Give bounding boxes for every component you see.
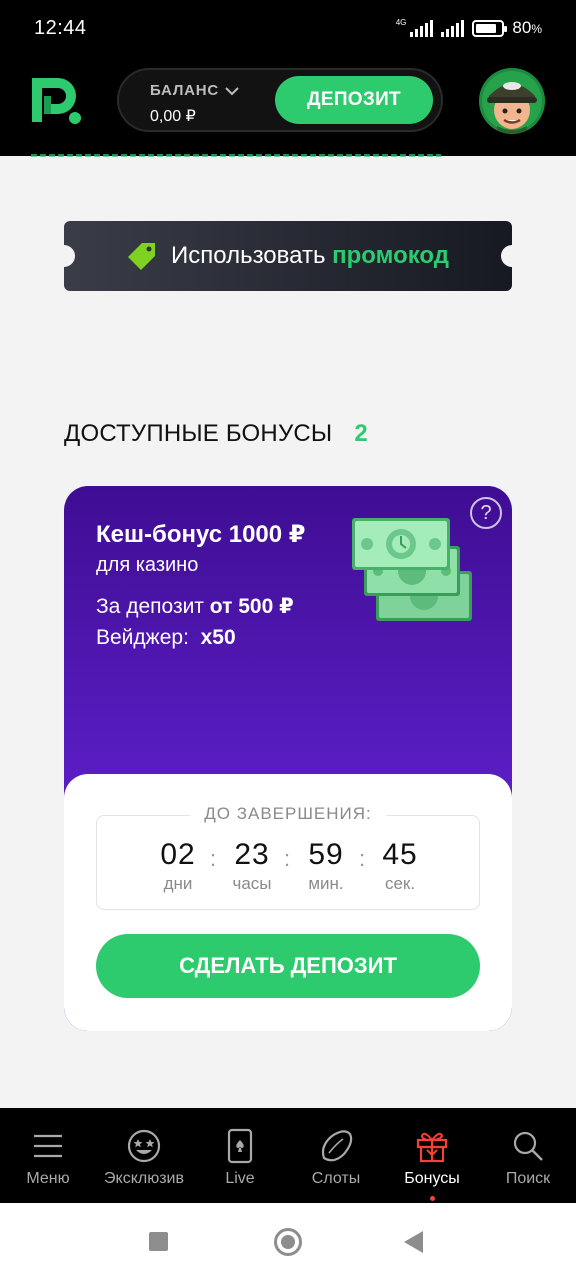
logo-icon[interactable] (28, 74, 84, 126)
app-header: БАЛАНС 0,00 ₽ ДЕПОЗИТ (0, 56, 576, 157)
timer-hours: 23 часы (232, 838, 272, 893)
bonus-card: ? Кеш-бонус 1000 ₽ для казино За депозит… (64, 486, 512, 1031)
bonus-wager: Вейджер: x50 (96, 626, 236, 649)
promo-code-button[interactable]: Использовать промокод (53, 221, 523, 291)
avatar[interactable] (479, 68, 545, 134)
make-deposit-button[interactable]: СДЕЛАТЬ ДЕПОЗИТ (96, 934, 480, 998)
nav-item-bonuses[interactable]: Бонусы (384, 1108, 480, 1203)
promo-text: Использовать промокод (171, 242, 449, 269)
available-bonuses-heading: ДОСТУПНЫЕ БОНУСЫ 2 (64, 420, 368, 447)
timer-days: 02 дни (160, 838, 196, 893)
signal-icon (441, 19, 465, 37)
timer-seconds: 45 сек. (382, 838, 418, 893)
status-bar: 12:44 4G 80% (0, 0, 576, 56)
tag-icon (128, 243, 155, 270)
countdown-timer: ДО ЗАВЕРШЕНИЯ: 02 дни : 23 часы : 59 мин… (96, 804, 480, 910)
bonus-deposit-condition: За депозит от 500 ₽ (96, 595, 294, 618)
system-nav-bar (0, 1203, 576, 1280)
battery-icon (472, 19, 508, 37)
card-icon (227, 1128, 253, 1164)
timer-separator: : (284, 846, 291, 871)
search-icon (513, 1131, 543, 1161)
progress-dots (31, 154, 441, 157)
avatar-image (479, 68, 545, 134)
signal-4g-icon: 4G (396, 18, 434, 37)
nav-item-exclusive[interactable]: Эксклюзив (96, 1108, 192, 1203)
status-indicators: 4G 80% (396, 18, 542, 38)
back-button[interactable] (404, 1231, 423, 1253)
status-time: 12:44 (34, 16, 87, 39)
bonus-title: Кеш-бонус 1000 ₽ (96, 521, 306, 548)
timer-minutes: 59 мин. (308, 838, 344, 893)
battery-percent: 80% (512, 18, 542, 37)
nav-item-live[interactable]: Live (192, 1108, 288, 1203)
timer-label: ДО ЗАВЕРШЕНИЯ: (190, 804, 386, 824)
nav-item-menu[interactable]: Меню (0, 1108, 96, 1203)
bonus-card-footer: ДО ЗАВЕРШЕНИЯ: 02 дни : 23 часы : 59 мин… (64, 774, 512, 1031)
nav-item-slots[interactable]: Слоты (288, 1108, 384, 1203)
bonus-subtitle: для казино (96, 554, 199, 576)
balance-value: 0,00 ₽ (150, 108, 196, 125)
deposit-button[interactable]: ДЕПОЗИТ (275, 76, 433, 124)
money-stack-icon (352, 518, 472, 621)
bonuses-count: 2 (354, 420, 368, 447)
menu-icon (34, 1134, 62, 1158)
timer-separator: : (210, 846, 217, 871)
bottom-nav: Меню Эксклюзив Live Слоты Бонусы Поиск (0, 1108, 576, 1203)
lemon-icon (321, 1130, 353, 1162)
balance-toggle[interactable]: БАЛАНС (150, 82, 239, 99)
balance-panel: БАЛАНС 0,00 ₽ ДЕПОЗИТ (117, 68, 443, 132)
recent-apps-button[interactable] (149, 1232, 168, 1251)
home-button[interactable] (274, 1228, 302, 1256)
nav-item-search[interactable]: Поиск (480, 1108, 576, 1203)
gift-icon (416, 1132, 448, 1163)
active-indicator (429, 1196, 435, 1201)
chevron-down-icon (225, 86, 239, 95)
star-eyes-icon (127, 1129, 161, 1163)
